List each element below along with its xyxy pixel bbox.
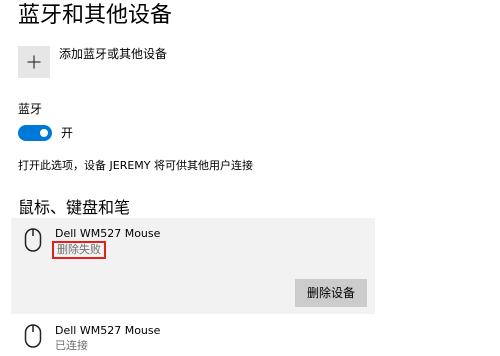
discoverable-text: 打开此选项，设备 JEREMY 将可供其他用户连接	[18, 159, 253, 172]
toggle-knob	[40, 129, 48, 137]
device-status-failed: 删除失败	[52, 241, 106, 259]
bluetooth-label: 蓝牙	[18, 102, 43, 116]
device-item[interactable]: Dell WM527 Mouse 已连接	[11, 318, 375, 356]
mouse-keyboard-pen-heading: 鼠标、键盘和笔	[18, 198, 131, 217]
device-name: Dell WM527 Mouse	[55, 227, 161, 240]
bluetooth-toggle-row: 开	[18, 125, 73, 141]
device-item-selected[interactable]: Dell WM527 Mouse 删除失败 删除设备	[11, 218, 375, 314]
mouse-icon	[24, 324, 42, 348]
bluetooth-toggle[interactable]	[18, 125, 52, 141]
bluetooth-toggle-state: 开	[61, 126, 74, 140]
add-device-button[interactable]	[18, 46, 50, 78]
page-title: 蓝牙和其他设备	[18, 3, 173, 28]
device-name: Dell WM527 Mouse	[55, 324, 161, 337]
remove-device-button[interactable]: 删除设备	[295, 279, 367, 307]
add-device-label[interactable]: 添加蓝牙或其他设备	[59, 47, 167, 61]
add-device-row[interactable]: 添加蓝牙或其他设备	[18, 46, 167, 78]
device-status-connected: 已连接	[55, 339, 88, 352]
plus-icon	[27, 55, 41, 69]
mouse-icon	[24, 228, 42, 252]
